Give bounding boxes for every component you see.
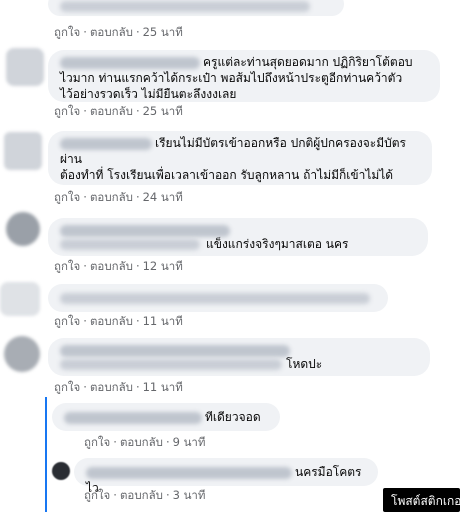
separator: · xyxy=(135,25,140,39)
timestamp[interactable]: 12 นาที xyxy=(143,259,183,273)
reply-link[interactable]: ตอบกลับ xyxy=(90,380,133,394)
reply-bubble: ทีเดียวจอด xyxy=(52,403,280,431)
comment-actions: ถูกใจ · ตอบกลับ · 25 นาที xyxy=(54,103,183,121)
comment-text: ครูแต่ละท่านสุดยอดมาก ปฏิกิริยาโต้ตอบ xyxy=(203,55,413,69)
blurred-text xyxy=(60,1,310,12)
separator: · xyxy=(83,314,87,328)
avatar[interactable] xyxy=(6,48,44,86)
author-name[interactable] xyxy=(64,411,202,424)
comment-actions: ถูกใจ · ตอบกลับ · 11 นาที xyxy=(54,379,183,397)
separator: · xyxy=(83,190,87,204)
comment-bubble: โหดปะ xyxy=(48,338,430,376)
comment-text: ผ่าน xyxy=(60,152,82,166)
separator: · xyxy=(113,488,117,502)
like-link[interactable]: ถูกใจ xyxy=(54,314,80,328)
reply-link[interactable]: ตอบกลับ xyxy=(120,488,163,502)
like-link[interactable]: ถูกใจ xyxy=(84,435,110,449)
separator: · xyxy=(135,314,140,328)
avatar[interactable] xyxy=(4,132,42,170)
sticker-tooltip: โพสต์สติกเกอ xyxy=(383,488,460,512)
separator: · xyxy=(83,104,87,118)
like-link[interactable]: ถูกใจ xyxy=(54,380,80,394)
separator: · xyxy=(135,380,140,394)
separator: · xyxy=(83,25,87,39)
reply-thread-line xyxy=(45,397,47,512)
comment-actions: ถูกใจ · ตอบกลับ · 11 นาที xyxy=(54,313,183,331)
avatar[interactable] xyxy=(4,336,40,372)
comment-text: เรียนไม่มีบัตรเข้าออกหรือ ปกติผู้ปกครองจ… xyxy=(155,136,406,150)
author-name[interactable] xyxy=(60,137,152,150)
like-link[interactable]: ถูกใจ xyxy=(54,190,80,204)
separator: · xyxy=(135,259,140,273)
reply-actions: ถูกใจ · ตอบกลับ · 9 นาที xyxy=(84,434,205,452)
reply-bubble: นครมือโคตรไว xyxy=(74,458,378,495)
blurred-text xyxy=(60,293,370,304)
like-link[interactable]: ถูกใจ xyxy=(54,259,80,273)
reply-text: ทีเดียวจอด xyxy=(205,410,261,424)
author-name[interactable] xyxy=(60,56,200,69)
comment-bubble: ครูแต่ละท่านสุดยอดมาก ปฏิกิริยาโต้ตอบ ไว… xyxy=(48,50,440,102)
separator: · xyxy=(135,104,140,118)
comment-bubble: เรียนไม่มีบัตรเข้าออกหรือ ปกติผู้ปกครองจ… xyxy=(48,131,432,185)
timestamp[interactable]: 11 นาที xyxy=(143,314,183,328)
comment-actions: ถูกใจ · ตอบกลับ · 24 นาที xyxy=(54,189,183,207)
comment-bubble xyxy=(48,284,388,312)
reply-link[interactable]: ตอบกลับ xyxy=(90,25,133,39)
separator: · xyxy=(83,259,87,273)
blurred-text xyxy=(60,239,200,250)
reply-actions: ถูกใจ · ตอบกลับ · 3 นาที xyxy=(84,487,205,505)
timestamp[interactable]: 25 นาที xyxy=(143,104,183,118)
avatar[interactable] xyxy=(0,282,40,316)
timestamp[interactable]: 11 นาที xyxy=(143,380,183,394)
comment-text: ต้องทำที่ โรงเรียนเพื่อเวลาเข้าออก รับลู… xyxy=(60,168,394,182)
like-link[interactable]: ถูกใจ xyxy=(84,488,110,502)
separator: · xyxy=(83,380,87,394)
comment-actions: ถูกใจ · ตอบกลับ · 12 นาที xyxy=(54,258,183,276)
timestamp[interactable]: 25 นาที xyxy=(143,25,183,39)
comment-actions: ถูกใจ · ตอบกลับ · 25 นาที xyxy=(54,24,183,42)
reply-link[interactable]: ตอบกลับ xyxy=(90,104,133,118)
separator: · xyxy=(113,435,117,449)
author-name[interactable] xyxy=(60,224,230,237)
avatar[interactable] xyxy=(6,212,40,246)
comment-text: ไว้อย่างรวดเร็ว ไม่มียืนตะลึงงงเลย xyxy=(60,87,237,101)
reply-link[interactable]: ตอบกลับ xyxy=(90,314,133,328)
separator: · xyxy=(165,488,170,502)
like-link[interactable]: ถูกใจ xyxy=(54,25,80,39)
comment-text: แข็งแกร่งจริงๆมาสเตอ นคร xyxy=(206,237,349,251)
comment-bubble xyxy=(48,0,344,16)
reply-link[interactable]: ตอบกลับ xyxy=(90,259,133,273)
comment-text: โหดปะ xyxy=(286,357,323,371)
blurred-text xyxy=(60,359,282,370)
author-name[interactable] xyxy=(86,466,292,479)
comment-bubble: แข็งแกร่งจริงๆมาสเตอ นคร xyxy=(48,218,428,256)
timestamp[interactable]: 9 นาที xyxy=(173,435,206,449)
reply-link[interactable]: ตอบกลับ xyxy=(120,435,163,449)
reply-link[interactable]: ตอบกลับ xyxy=(90,190,133,204)
timestamp[interactable]: 3 นาที xyxy=(173,488,206,502)
separator: · xyxy=(135,190,140,204)
like-link[interactable]: ถูกใจ xyxy=(54,104,80,118)
comment-text: ไวมาก ท่านแรกคว้าได้กระเป๋า พอส้มไปถึงหน… xyxy=(60,71,403,85)
author-name[interactable] xyxy=(60,344,290,357)
avatar[interactable] xyxy=(52,462,70,480)
separator: · xyxy=(165,435,170,449)
timestamp[interactable]: 24 นาที xyxy=(143,190,183,204)
